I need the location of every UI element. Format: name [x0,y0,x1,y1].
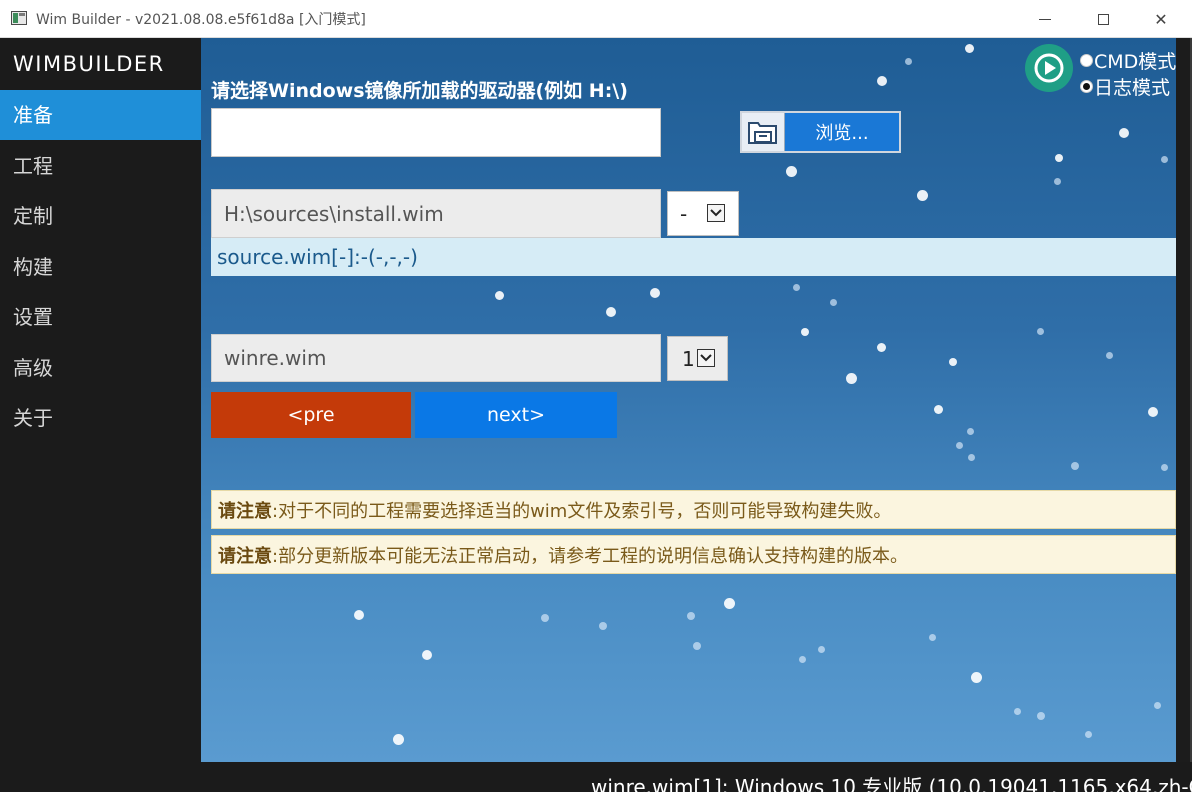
minimize-button[interactable] [1016,0,1074,38]
snowflake [1037,328,1044,335]
radio-selected-icon [1080,80,1093,93]
snowflake [650,288,660,298]
window-title: Wim Builder - v2021.08.08.e5f61d8a [入门模式… [36,12,366,28]
maximize-icon [1097,13,1109,25]
minimize-icon [1039,18,1051,20]
wim-index-value: - [680,201,688,226]
snowflake [965,44,974,53]
pre-button[interactable]: <pre [211,392,411,438]
snowflake [968,454,975,461]
snowflake [541,614,549,622]
main-panel: 请选择Windows镜像所加载的驱动器(例如 H:\) 浏览... H:\sou… [201,38,1176,762]
run-button[interactable] [1025,44,1073,92]
maximize-button[interactable] [1074,0,1132,38]
winre-path-field[interactable]: winre.wim [211,334,661,382]
snowflake [818,646,825,653]
chevron-down-icon [697,349,715,367]
snowflake [495,291,504,300]
sidebar-item-customize[interactable]: 定制 [0,191,201,241]
snowflake [606,307,616,317]
sidebar-item-about[interactable]: 关于 [0,393,201,443]
winre-index-value: 1 [682,346,695,371]
browse-button-label: 浏览... [815,123,869,144]
snowflake [877,76,887,86]
sidebar-item-advanced[interactable]: 高级 [0,343,201,393]
snowflake [801,328,809,336]
snowflake [1014,708,1021,715]
snowflake [1071,462,1079,470]
play-icon [1034,53,1064,83]
sidebar-item-project[interactable]: 工程 [0,141,201,191]
app-icon [11,11,27,25]
snowflake [971,672,982,683]
snowflake [1054,178,1061,185]
snowflake [1085,731,1092,738]
browse-button[interactable]: 浏览... [740,111,901,153]
snowflake [724,598,735,609]
folder-icon [742,113,785,151]
wim-info-bar: source.wim[-]:-(-,-,-) [211,238,1176,276]
status-text: winre.wim[1]: Windows 10 专业版 (10.0.19041… [591,775,1192,792]
status-bar: winre.wim[1]: Windows 10 专业版 (10.0.19041… [0,762,1192,792]
snowflake [830,299,837,306]
snowflake [1119,128,1129,138]
close-icon: ✕ [1154,9,1168,29]
drive-input[interactable] [211,108,661,157]
notice-version-support: 请注意:部分更新版本可能无法正常启动，请参考工程的说明信息确认支持构建的版本。 [211,535,1176,574]
sidebar-item-prepare[interactable]: 准备 [0,90,201,140]
close-button[interactable]: ✕ [1132,0,1190,38]
cmd-mode-radio[interactable]: CMD模式 [1080,47,1176,74]
notice-text: :对于不同的工程需要选择适当的wim文件及索引号，否则可能导致构建失败。 [272,500,892,522]
log-mode-radio[interactable]: 日志模式 [1080,73,1170,100]
snowflake [786,166,797,177]
snowflake [917,190,928,201]
snowflake [687,612,695,620]
snowflake [1055,154,1063,162]
snowflake [877,343,886,352]
notice-wim-selection: 请注意:对于不同的工程需要选择适当的wim文件及索引号，否则可能导致构建失败。 [211,490,1176,529]
snowflake [693,642,701,650]
wim-path-field[interactable]: H:\sources\install.wim [211,189,661,238]
chevron-down-icon [707,204,725,222]
radio-icon [1080,54,1093,67]
notice-prefix: 请注意 [218,500,272,522]
sidebar-item-settings[interactable]: 设置 [0,292,201,342]
snowflake [1106,352,1113,359]
snowflake [967,428,974,435]
notice-prefix: 请注意 [218,545,272,567]
wim-index-select[interactable]: - [667,191,739,236]
snowflake [949,358,957,366]
next-button[interactable]: next> [415,392,617,438]
snowflake [934,405,943,414]
notice-text: :部分更新版本可能无法正常启动，请参考工程的说明信息确认支持构建的版本。 [272,545,909,567]
snowflake [905,58,912,65]
sidebar: WIMBUILDER 准备 工程 定制 构建 设置 高级 关于 [0,38,201,762]
brand-logo: WIMBUILDER [13,52,165,76]
sidebar-item-build[interactable]: 构建 [0,242,201,292]
snowflake [599,622,607,630]
title-bar: Wim Builder - v2021.08.08.e5f61d8a [入门模式… [0,0,1192,38]
snowflake [846,373,857,384]
snowflake [1161,156,1168,163]
drive-heading: 请选择Windows镜像所加载的驱动器(例如 H:\) [211,80,628,102]
log-mode-label: 日志模式 [1094,77,1171,99]
winre-index-select[interactable]: 1 [667,336,728,381]
snowflake [793,284,800,291]
cmd-mode-label: CMD模式 [1094,51,1176,73]
snowflake [422,650,432,660]
snowflake [1154,702,1161,709]
snowflake [799,656,806,663]
snowflake [354,610,364,620]
snowflake [1037,712,1045,720]
window-edge [1176,38,1192,762]
snowflake [956,442,963,449]
snowflake [1161,464,1168,471]
snowflake [393,734,404,745]
snowflake [1148,407,1158,417]
snowflake [929,634,936,641]
